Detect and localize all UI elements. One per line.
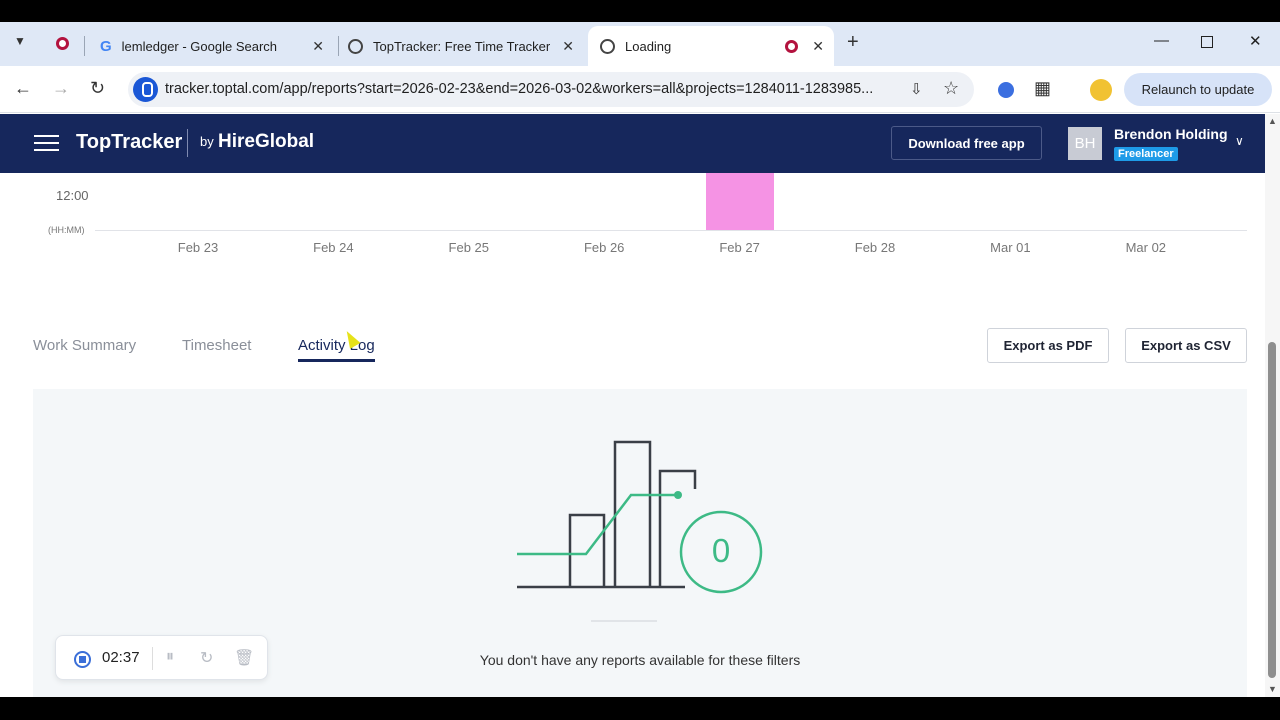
x-tick-label: Mar 02: [1125, 240, 1167, 255]
app-header: TopTracker by HireGlobal Download free a…: [0, 114, 1265, 173]
trash-icon[interactable]: 🗑: [234, 648, 254, 668]
zero-count: 0: [711, 532, 731, 569]
chart-baseline: [95, 230, 1247, 231]
recording-time: 02:37: [102, 649, 140, 666]
brand-by: by: [200, 134, 214, 149]
tab-search-icon[interactable]: ▼: [14, 34, 26, 48]
illustration-trend-line: [517, 493, 678, 556]
scroll-down-arrow-icon[interactable]: ▼: [1268, 684, 1277, 694]
back-icon[interactable]: ←: [14, 78, 32, 99]
empty-state-illustration: [517, 440, 763, 622]
stop-recording-icon[interactable]: [74, 651, 91, 668]
tab-label: Loading: [625, 38, 672, 54]
close-tab-icon[interactable]: ✕: [562, 38, 574, 55]
page-scrollbar[interactable]: ▲ ▼: [1265, 114, 1280, 697]
brand-divider: [187, 129, 188, 157]
minimize-icon[interactable]: —: [1154, 32, 1169, 49]
pause-icon[interactable]: ⏸: [166, 648, 174, 666]
brand-logo[interactable]: TopTracker: [76, 131, 182, 154]
address-bar[interactable]: tracker.toptal.com/app/reports?start=202…: [128, 72, 974, 107]
install-app-icon[interactable]: ⇩: [910, 80, 923, 98]
stopwatch-icon: [348, 38, 363, 54]
x-tick-label: Feb 24: [313, 240, 354, 255]
bookmark-star-icon[interactable]: ☆: [943, 78, 959, 99]
tab-label: lemledger - Google Search: [121, 38, 278, 54]
profile-avatar[interactable]: [1090, 79, 1112, 101]
close-window-icon[interactable]: ✕: [1249, 32, 1262, 50]
export-pdf-button[interactable]: Export as PDF: [987, 328, 1109, 363]
restart-icon[interactable]: ↻: [200, 648, 213, 668]
voice-search-icon[interactable]: [133, 77, 158, 102]
user-name[interactable]: Brendon Holding: [1114, 126, 1228, 142]
x-tick-label: Mar 01: [990, 240, 1031, 255]
tab-loading[interactable]: Loading ✕: [588, 26, 834, 66]
scroll-up-arrow-icon[interactable]: ▲: [1268, 116, 1277, 126]
tab-toptracker[interactable]: TopTracker: Free Time Tracker ✕: [338, 26, 584, 66]
browser-window: ▼ G lemledger - Google Search ✕ TopTrack…: [0, 22, 1280, 697]
url-text[interactable]: tracker.toptal.com/app/reports?start=202…: [165, 81, 895, 97]
tab-timesheet[interactable]: Timesheet: [182, 337, 251, 354]
y-tick-label: 12:00: [56, 188, 89, 203]
x-tick-label: Feb 23: [177, 240, 219, 255]
x-tick-label: Feb 25: [448, 240, 490, 255]
tab-work-summary[interactable]: Work Summary: [33, 337, 136, 354]
chevron-down-icon[interactable]: ∨: [1235, 134, 1244, 148]
report-content: 12:00 (HH:MM) Feb 23 Feb 24 Feb 25 Feb 26 Fe…: [0, 173, 1265, 697]
forward-icon[interactable]: →: [52, 78, 70, 99]
download-app-button[interactable]: Download free app: [891, 126, 1042, 160]
browser-toolbar: ← → ↻ tracker.toptal.com/app/reports?sta…: [0, 66, 1280, 113]
tab-strip: ▼ G lemledger - Google Search ✕ TopTrack…: [0, 22, 1280, 66]
close-tab-icon[interactable]: ✕: [312, 38, 324, 55]
tab-google-search[interactable]: G lemledger - Google Search ✕: [90, 26, 334, 66]
x-tick-label: Feb 27: [719, 240, 760, 255]
chart-bar-feb-27[interactable]: [706, 173, 774, 230]
illustration-building-tall: [613, 440, 652, 587]
relaunch-button[interactable]: Relaunch to update: [1124, 73, 1272, 106]
restore-icon[interactable]: [1201, 36, 1213, 48]
menu-hamburger-icon[interactable]: [34, 135, 59, 153]
role-badge: Freelancer: [1114, 147, 1178, 161]
x-tick-label: Feb 26: [583, 240, 625, 255]
google-icon: G: [100, 37, 112, 55]
recorder-divider: [152, 647, 153, 670]
export-csv-button[interactable]: Export as CSV: [1125, 328, 1247, 363]
partner-logo: HireGlobal: [218, 131, 315, 152]
record-indicator-icon: [56, 37, 69, 50]
new-tab-icon[interactable]: +: [847, 31, 859, 54]
close-tab-icon[interactable]: ✕: [812, 38, 824, 55]
extensions-puzzle-icon[interactable]: ▦: [1034, 78, 1051, 99]
scroll-thumb[interactable]: [1268, 342, 1276, 678]
tab-label: TopTracker: Free Time Tracker: [373, 38, 551, 54]
illustration-trend-point: [674, 491, 682, 499]
user-avatar[interactable]: BH: [1068, 127, 1102, 160]
y-unit-label: (HH:MM): [48, 225, 85, 235]
tab-separator: [84, 36, 85, 56]
tab-activity-log[interactable]: Activity Log: [298, 337, 375, 362]
illustration-shadow: [591, 620, 657, 622]
reload-icon[interactable]: ↻: [90, 78, 105, 99]
recording-icon: [785, 40, 798, 53]
screen-recorder-widget: 02:37 ⏸ ↻ 🗑: [55, 635, 268, 680]
extension-dot-icon[interactable]: [998, 82, 1014, 98]
x-tick-label: Feb 28: [854, 240, 896, 255]
stopwatch-icon: [600, 38, 615, 54]
